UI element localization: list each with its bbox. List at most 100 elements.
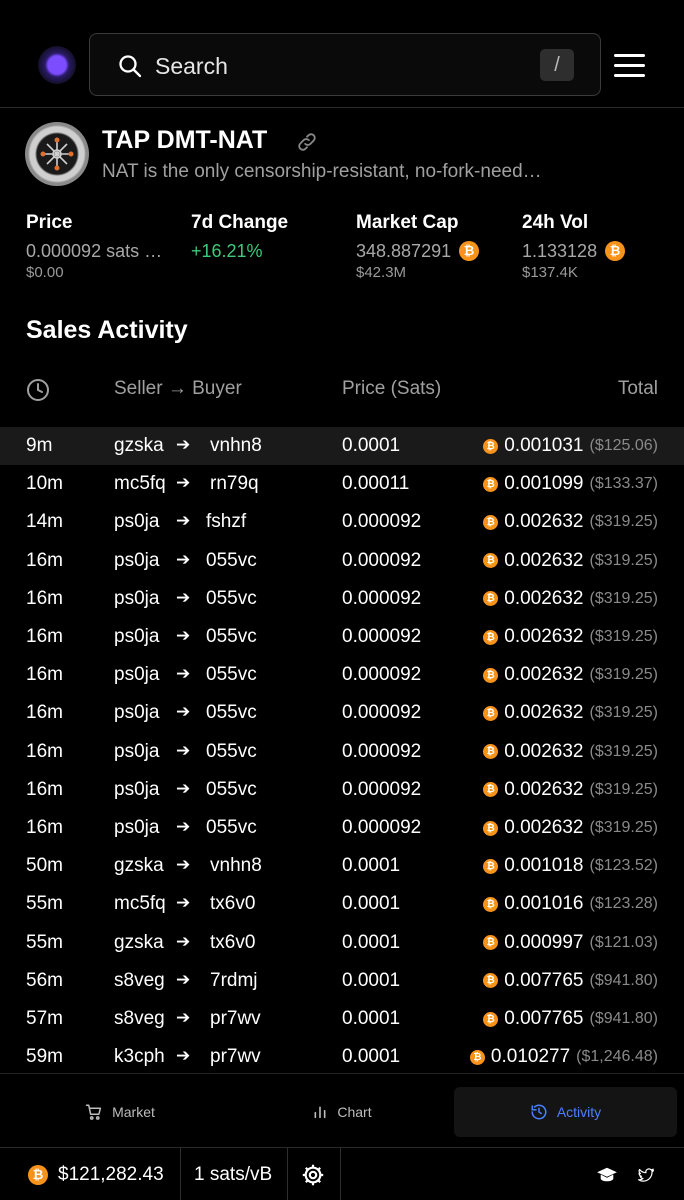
sale-total: ₿ 0.002632 ($319.25) bbox=[483, 550, 658, 572]
bitcoin-icon: ₿ bbox=[483, 820, 499, 836]
stat-label: 7d Change bbox=[191, 212, 289, 233]
table-row[interactable]: 16m ps0ja ➔ 055vc 0.000092 ₿ 0.002632 ($319.25) bbox=[0, 694, 684, 732]
sale-time: 57m bbox=[26, 1008, 63, 1029]
sale-total: ₿ 0.002632 ($319.25) bbox=[483, 779, 658, 801]
table-row[interactable]: 16m ps0ja ➔ 055vc 0.000092 ₿ 0.002632 ($319.25) bbox=[0, 656, 684, 694]
buyer-address[interactable]: 055vc bbox=[206, 817, 257, 839]
hamburger-menu-icon[interactable] bbox=[614, 54, 645, 78]
btc-price: ₿ $121,282.43 bbox=[28, 1148, 164, 1200]
seller-address[interactable]: s8veg bbox=[114, 970, 165, 992]
sale-total: ₿ 0.000997 ($121.03) bbox=[483, 932, 658, 954]
seller-address[interactable]: mc5fq bbox=[114, 473, 166, 495]
sale-price: 0.000092 bbox=[342, 664, 422, 686]
bitcoin-icon: ₿ bbox=[483, 935, 499, 951]
app-logo[interactable] bbox=[38, 46, 76, 84]
buyer-address[interactable]: vnhn8 bbox=[210, 855, 262, 877]
seller-address[interactable]: ps0ja bbox=[114, 511, 159, 533]
sale-time: 10m bbox=[26, 473, 63, 495]
seller-address[interactable]: ps0ja bbox=[114, 550, 159, 572]
seller-address[interactable]: ps0ja bbox=[114, 741, 159, 763]
arrow-right-icon: ➔ bbox=[176, 473, 191, 493]
buyer-address[interactable]: 055vc bbox=[206, 588, 257, 610]
stat-value-wrap: 348.887291 ₿ bbox=[356, 238, 480, 264]
search-box[interactable]: Search / bbox=[89, 33, 601, 96]
sale-total-btc: 0.010277 bbox=[490, 1046, 571, 1068]
bottom-nav: Market Chart Activity bbox=[0, 1073, 684, 1147]
buyer-address[interactable]: 055vc bbox=[206, 779, 257, 801]
buyer-address[interactable]: 055vc bbox=[206, 702, 257, 724]
seller-address[interactable]: k3cph bbox=[114, 1046, 165, 1068]
bitcoin-icon: ₿ bbox=[483, 782, 499, 798]
table-row[interactable]: 55m gzska ➔ tx6v0 0.0001 ₿ 0.000997 ($121.03) bbox=[0, 924, 684, 962]
seller-address[interactable]: ps0ja bbox=[114, 664, 159, 686]
sale-price: 0.0001 bbox=[342, 1008, 401, 1029]
settings-icon[interactable] bbox=[301, 1148, 325, 1200]
table-row[interactable]: 16m ps0ja ➔ 055vc 0.000092 ₿ 0.002632 ($319.25) bbox=[0, 618, 684, 656]
tab-activity[interactable]: Activity bbox=[454, 1087, 677, 1137]
tab-market[interactable]: Market bbox=[40, 1087, 200, 1137]
buyer-address[interactable]: rn79q bbox=[210, 473, 259, 495]
btc-price-value: $121,282.43 bbox=[58, 1163, 164, 1185]
stat-value: 348.887291 bbox=[356, 240, 452, 261]
divider bbox=[180, 1148, 181, 1200]
table-row[interactable]: 55m mc5fq ➔ tx6v0 0.0001 ₿ 0.001016 ($123.28) bbox=[0, 885, 684, 923]
table-row[interactable]: 56m s8veg ➔ 7rdmj 0.0001 ₿ 0.007765 ($941.80) bbox=[0, 962, 684, 1000]
buyer-address[interactable]: pr7wv bbox=[210, 1046, 261, 1068]
twitter-icon[interactable] bbox=[636, 1148, 656, 1200]
seller-address[interactable]: ps0ja bbox=[114, 588, 159, 610]
table-row[interactable]: 10m mc5fq ➔ rn79q 0.00011 ₿ 0.001099 ($133.37) bbox=[0, 465, 684, 503]
seller-address[interactable]: ps0ja bbox=[114, 779, 159, 801]
table-row[interactable]: 16m ps0ja ➔ 055vc 0.000092 ₿ 0.002632 ($319.25) bbox=[0, 809, 684, 847]
arrow-right-icon: ➔ bbox=[176, 587, 191, 607]
sale-price: 0.000092 bbox=[342, 626, 422, 647]
table-row[interactable]: 50m gzska ➔ vnhn8 0.0001 ₿ 0.001018 ($123.52) bbox=[0, 847, 684, 885]
bitcoin-icon: ₿ bbox=[483, 744, 499, 760]
buyer-address[interactable]: 055vc bbox=[206, 664, 257, 686]
graduation-cap-icon[interactable] bbox=[596, 1148, 618, 1200]
seller-address[interactable]: ps0ja bbox=[114, 702, 159, 724]
network-icon bbox=[40, 137, 74, 171]
sale-total-usd: ($319.25) bbox=[589, 780, 659, 798]
fee-rate: 1 sats/vB bbox=[194, 1163, 273, 1185]
seller-address[interactable]: s8veg bbox=[114, 1008, 165, 1030]
buyer-address[interactable]: tx6v0 bbox=[210, 932, 255, 954]
search-input[interactable]: Search bbox=[155, 53, 228, 80]
sale-time: 50m bbox=[26, 855, 63, 877]
seller-address[interactable]: gzska bbox=[114, 932, 164, 954]
seller-address[interactable]: gzska bbox=[114, 435, 164, 457]
buyer-address[interactable]: vnhn8 bbox=[210, 435, 262, 457]
table-row[interactable]: 14m ps0ja ➔ fshzf 0.000092 ₿ 0.002632 ($319.25) bbox=[0, 503, 684, 541]
stat-sub: $0.00 bbox=[26, 264, 64, 281]
sale-total-usd: ($125.06) bbox=[589, 437, 659, 454]
table-row[interactable]: 59m k3cph ➔ pr7wv 0.0001 ₿ 0.010277 ($1,246.48) bbox=[0, 1038, 684, 1076]
buyer-address[interactable]: 055vc bbox=[206, 626, 257, 648]
clock-icon[interactable] bbox=[26, 378, 50, 402]
table-row[interactable]: 16m ps0ja ➔ 055vc 0.000092 ₿ 0.002632 ($319.25) bbox=[0, 733, 684, 771]
arrow-right-icon: ➔ bbox=[176, 1046, 191, 1066]
table-row[interactable]: 16m ps0ja ➔ 055vc 0.000092 ₿ 0.002632 ($319.25) bbox=[0, 771, 684, 809]
seller-address[interactable]: ps0ja bbox=[114, 626, 159, 648]
arrow-right-icon: ➔ bbox=[176, 626, 191, 645]
stat-price: Price 0.000092 sats … $0.00 bbox=[26, 212, 162, 281]
buyer-address[interactable]: tx6v0 bbox=[210, 893, 255, 915]
buyer-address[interactable]: 055vc bbox=[206, 741, 257, 763]
buyer-address[interactable]: fshzf bbox=[206, 511, 246, 533]
table-row[interactable]: 16m ps0ja ➔ 055vc 0.000092 ₿ 0.002632 ($319.25) bbox=[0, 542, 684, 580]
seller-address[interactable]: ps0ja bbox=[114, 817, 159, 839]
buyer-address[interactable]: 7rdmj bbox=[210, 970, 258, 992]
table-row[interactable]: 9m gzska ➔ vnhn8 0.0001 ₿ 0.001031 ($125.06) bbox=[0, 427, 684, 465]
seller-address[interactable]: gzska bbox=[114, 855, 164, 877]
sale-time: 16m bbox=[26, 549, 63, 571]
stat-value-wrap: 1.133128 ₿ bbox=[522, 238, 626, 264]
link-icon[interactable] bbox=[296, 131, 318, 153]
stat-label: 24h Vol bbox=[522, 212, 589, 233]
tab-chart[interactable]: Chart bbox=[262, 1087, 422, 1137]
history-icon bbox=[531, 1104, 547, 1120]
buyer-address[interactable]: pr7wv bbox=[210, 1008, 261, 1030]
sale-price: 0.0001 bbox=[342, 435, 401, 456]
sale-total-usd: ($319.25) bbox=[589, 628, 659, 645]
buyer-address[interactable]: 055vc bbox=[206, 550, 257, 572]
table-row[interactable]: 16m ps0ja ➔ 055vc 0.000092 ₿ 0.002632 ($319.25) bbox=[0, 580, 684, 618]
table-row[interactable]: 57m s8veg ➔ pr7wv 0.0001 ₿ 0.007765 ($941.80) bbox=[0, 1000, 684, 1038]
seller-address[interactable]: mc5fq bbox=[114, 893, 166, 915]
